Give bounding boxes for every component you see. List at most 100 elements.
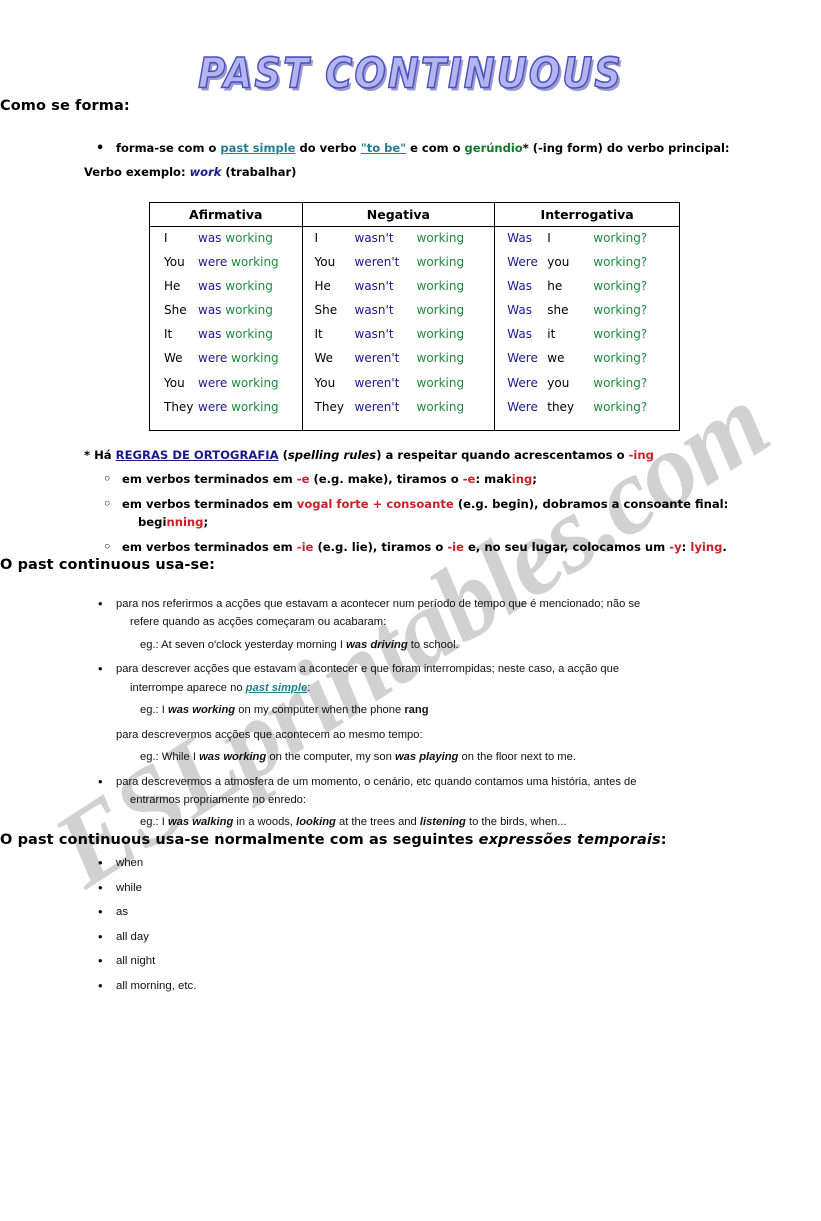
affirmative-verb: working — [225, 230, 273, 245]
example-bold-1: was driving — [346, 638, 408, 651]
interrogative-verb: working? — [593, 230, 648, 245]
time-expression-item: all night — [98, 952, 821, 970]
affirmative-subject: She — [164, 303, 187, 318]
negative-subject: I — [314, 230, 319, 245]
interrogative-subject: you — [547, 254, 570, 269]
rule1-r2: -e — [462, 472, 476, 487]
usage-example: eg.: At seven o'clock yesterday morning … — [140, 637, 791, 655]
rule3-r2: -ie — [447, 540, 465, 555]
spelling-rule-item: em verbos terminados em -e (e.g. make), … — [103, 470, 821, 490]
affirmative-aux: was — [198, 327, 222, 342]
affirmative-verb: working — [225, 327, 273, 342]
conjugation-row: You weren't working — [303, 255, 495, 279]
negative-verb: working — [416, 399, 465, 414]
rule1-t1: em verbos terminados em — [122, 472, 297, 487]
negative-aux: weren't — [354, 375, 400, 390]
affirmative-aux: were — [198, 375, 228, 390]
example-mid: on the computer, my son — [266, 750, 395, 763]
conjugation-row: She was working — [150, 303, 302, 327]
example-prefix: eg.: While I — [140, 750, 200, 763]
example-suffix: on the floor next to me. — [458, 750, 576, 763]
affirmative-verb: working — [225, 278, 273, 293]
negative-verb: working — [416, 230, 465, 245]
negative-verb: working — [416, 375, 465, 390]
affirmative-verb: working — [231, 399, 279, 414]
link-to-be[interactable]: "to be" — [361, 141, 406, 155]
table-header-row: Afirmativa Negativa Interrogativa — [149, 201, 680, 227]
conjugation-row: We weren't working — [303, 351, 495, 375]
example-verb-prefix: Verbo exemplo: — [84, 165, 190, 180]
usage-item-text: para descrever acções que estavam a acon… — [116, 663, 620, 676]
conjugation-row: Was Iworking? — [495, 231, 679, 255]
affirmative-verb: working — [231, 254, 279, 269]
expr-heading-1: O past continuous usa-se normalmente com… — [0, 831, 479, 848]
rule2-c3: ing — [182, 515, 204, 530]
rule2-r1: vogal forte + consoante — [296, 497, 454, 512]
rule1-r3: ing — [511, 472, 533, 487]
negative-verb: working — [416, 351, 465, 366]
example-prefix: eg.: At seven o'clock yesterday morning … — [140, 638, 347, 651]
time-expression-item: all morning, etc. — [98, 977, 821, 995]
interrogative-subject: you — [547, 375, 570, 390]
rule1-r1: -e — [296, 472, 310, 487]
interrogative-verb: working? — [593, 375, 648, 390]
usage-example: eg.: I was walking in a woods, looking a… — [140, 814, 791, 832]
rule2-continuation: beginning; — [138, 514, 785, 532]
time-expression-item: when — [98, 854, 821, 872]
table-body-row: Iwas working You were working He was working… — [149, 225, 680, 431]
usage-item: para nos referirmos a acções que estavam… — [98, 593, 821, 655]
example-suffix: to the birds, when... — [465, 816, 567, 829]
interrogative-subject: I — [547, 230, 551, 245]
interrogative-verb: working? — [593, 399, 648, 414]
interrogative-subject: he — [547, 278, 563, 293]
conjugation-row: She wasn't working — [303, 303, 495, 327]
interrogative-aux: Were — [507, 399, 538, 414]
conjugation-row: You were working — [150, 376, 302, 400]
spelling-lead-2: ( — [278, 448, 288, 462]
negative-subject: She — [314, 303, 338, 318]
worksheet-page: PAST CONTINUOUS Como se forma: forma-se … — [0, 49, 821, 995]
interrogative-aux: Was — [507, 327, 532, 342]
spelling-rule-item: em verbos terminados em vogal forte + co… — [103, 495, 821, 532]
conjugation-row: We were working — [150, 351, 302, 375]
rule2-c2: nn — [166, 515, 183, 530]
conjugation-row: Iwas working — [150, 231, 302, 255]
conjugation-row: He wasn't working — [303, 279, 495, 303]
usage-item-text: para nos referirmos a acções que estavam… — [116, 598, 641, 611]
conjugation-table-wrap: Afirmativa Negativa Interrogativa Iwas w… — [0, 201, 821, 432]
example-bold-1: was working — [199, 750, 267, 763]
rule3-r4: lying — [690, 540, 723, 555]
conjugation-row: It wasn't working — [303, 327, 495, 351]
rule1-t4: ; — [532, 472, 537, 487]
link-past-simple[interactable]: past simple — [220, 141, 295, 155]
affirmative-subject: You — [164, 254, 185, 269]
affirmative-subject: I — [164, 230, 168, 245]
affirmative-aux: were — [198, 399, 228, 414]
negative-subject: You — [314, 254, 336, 269]
rule1-t2: (e.g. make), tiramos o — [309, 472, 463, 487]
example-bold-2: rang — [404, 703, 429, 716]
affirmative-aux: were — [198, 351, 228, 366]
header-afirmativa: Afirmativa — [149, 201, 303, 227]
rule2-c4: ; — [203, 515, 209, 530]
interrogative-subject: we — [547, 351, 565, 366]
negative-verb: working — [416, 327, 465, 342]
affirmative-predicate: was working — [198, 279, 273, 293]
usage-example: eg.: While I was working on the computer… — [140, 749, 791, 767]
usage-item-continuation: entrarmos propriamente no enredo: — [130, 793, 306, 806]
conjugation-table: Afirmativa Negativa Interrogativa Iwas w… — [149, 201, 680, 432]
affirmative-predicate: were working — [198, 376, 279, 390]
example-bold-1: was working — [168, 703, 236, 716]
conjugation-row: Were we working? — [495, 351, 679, 375]
usage-cont-suffix: : — [307, 681, 311, 694]
link-past-simple-usage[interactable]: past simple — [246, 682, 308, 694]
negative-aux: wasn't — [354, 230, 394, 245]
usage-item-text: para descrevermos acções que acontecem a… — [116, 728, 423, 741]
spelling-rules-title: REGRAS DE ORTOGRAFIA — [115, 448, 279, 462]
example-verb-line: Verbo exemplo: work (trabalhar) — [84, 164, 821, 181]
interrogative-aux: Were — [507, 351, 538, 366]
affirmative-predicate: were working — [198, 400, 279, 414]
header-interrogativa: Interrogativa — [494, 201, 680, 227]
interrogative-verb: working? — [593, 327, 648, 342]
negative-subject: He — [314, 278, 331, 293]
